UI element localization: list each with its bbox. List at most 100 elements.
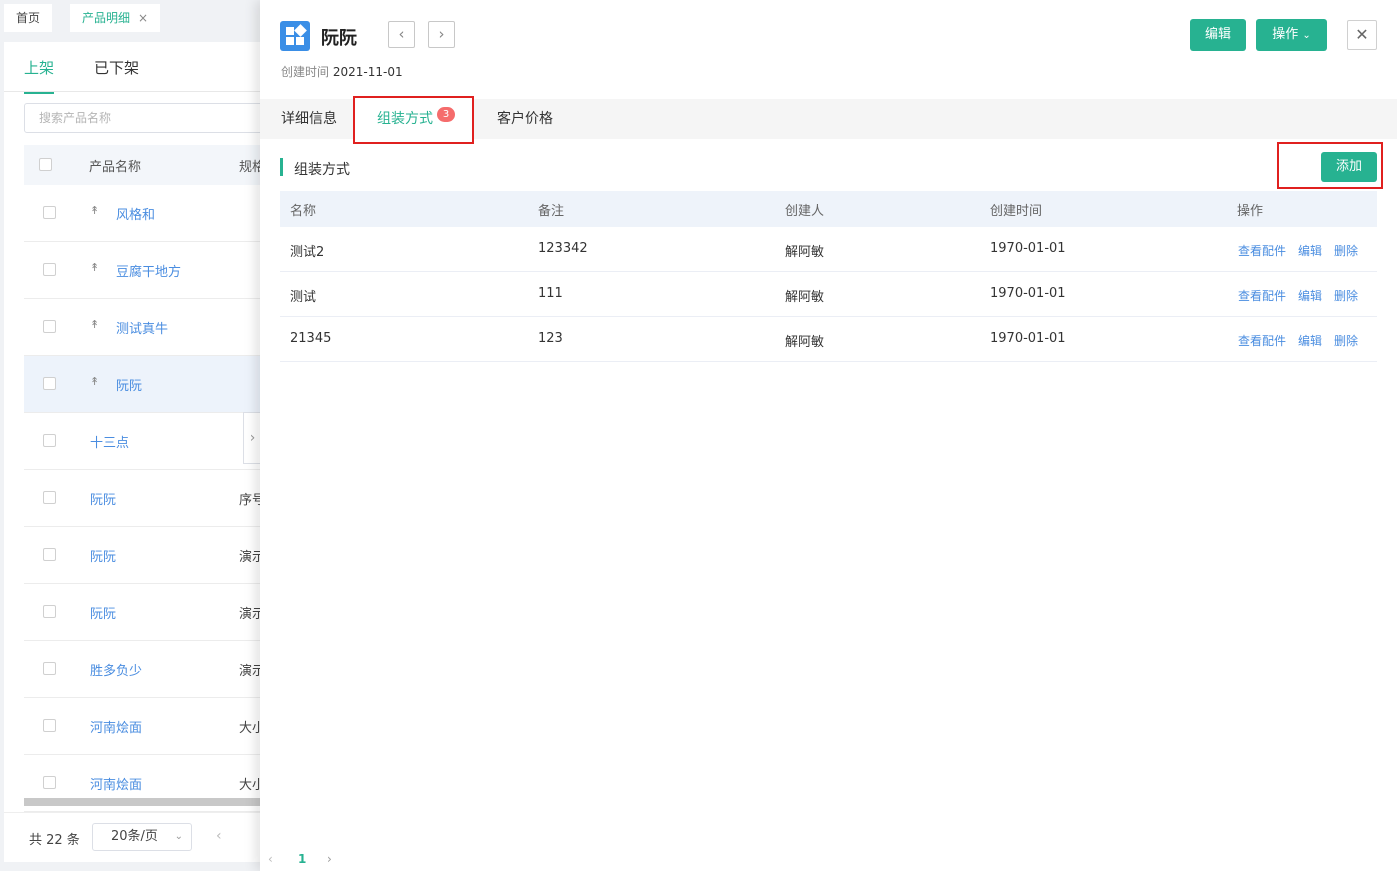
cell-remark: 111 — [538, 286, 563, 301]
prev-page-icon[interactable]: ‹ — [268, 852, 273, 866]
created-label: 创建时间 — [281, 65, 330, 79]
next-page-icon[interactable]: › — [327, 852, 332, 866]
view-parts-link[interactable]: 查看配件 — [1238, 287, 1286, 304]
product-name-link[interactable]: 河南烩面 — [90, 774, 142, 793]
row-checkbox[interactable] — [43, 662, 56, 675]
cell-name: 测试2 — [290, 245, 325, 260]
operations-label: 操作 — [1272, 27, 1299, 42]
view-parts-link[interactable]: 查看配件 — [1238, 332, 1286, 349]
section-accent-bar — [280, 158, 283, 176]
delete-link[interactable]: 删除 — [1334, 242, 1358, 259]
edit-link[interactable]: 编辑 — [1298, 332, 1322, 349]
tab-off-shelf[interactable]: 已下架 — [94, 57, 139, 78]
product-name-link[interactable]: 阮阮 — [90, 489, 116, 508]
list-item[interactable]: 河南烩面 大小 — [24, 698, 274, 755]
highlight-frame-tab — [353, 96, 474, 144]
product-name-link[interactable]: 阮阮 — [116, 375, 142, 394]
edit-button[interactable]: 编辑 — [1190, 19, 1246, 51]
page-tab-home[interactable]: 首页 — [4, 4, 53, 32]
cell-creator: 解阿敏 — [785, 335, 825, 350]
product-name-link[interactable]: 风格和 — [116, 204, 155, 223]
product-name-link[interactable]: 胜多负少 — [90, 660, 142, 679]
chevron-left-icon: ‹ — [398, 25, 405, 43]
grid-icon — [280, 21, 310, 51]
list-item[interactable]: 阮阮 演示 — [24, 527, 274, 584]
page-size-select[interactable]: 20条/页 ⌄ — [92, 823, 192, 851]
cell-created-time: 1970-01-01 — [990, 286, 1066, 301]
list-item[interactable]: 阮阮 序号 — [24, 470, 274, 527]
list-item[interactable]: 阮阮 演示 — [24, 584, 274, 641]
cell-creator: 解阿敏 — [785, 290, 825, 305]
close-button[interactable]: ✕ — [1347, 20, 1377, 50]
list-item[interactable]: ↟ 风格和 — [24, 185, 274, 242]
detail-drawer: 阮阮 ‹ › 编辑 操作 ⌄ ✕ 创建时间 2021-11-01 详细信息 组装… — [260, 0, 1397, 871]
row-checkbox[interactable] — [43, 491, 56, 504]
edit-link[interactable]: 编辑 — [1298, 287, 1322, 304]
pin-top-icon[interactable]: ↟ — [90, 261, 99, 274]
cell-name: 21345 — [290, 331, 332, 346]
column-header-product-name: 产品名称 — [89, 160, 142, 175]
column-header-name: 名称 — [290, 204, 317, 219]
current-page[interactable]: 1 — [298, 852, 306, 866]
list-item[interactable]: 十三点 — [24, 413, 274, 470]
list-header: 产品名称 规格 — [24, 145, 274, 185]
search-box — [24, 103, 274, 133]
table-row: 21345 123 解阿敏 1970-01-01 查看配件 编辑 删除 — [280, 317, 1377, 362]
column-header-created-time: 创建时间 — [990, 204, 1043, 219]
pin-top-icon[interactable]: ↟ — [90, 318, 99, 331]
total-count: 共 22 条 — [29, 833, 80, 848]
row-checkbox[interactable] — [43, 263, 56, 276]
row-checkbox[interactable] — [43, 320, 56, 333]
product-name-link[interactable]: 豆腐干地方 — [116, 261, 181, 280]
row-checkbox[interactable] — [43, 377, 56, 390]
cell-remark: 123342 — [538, 241, 588, 256]
chevron-down-icon: ⌄ — [174, 831, 183, 842]
row-checkbox[interactable] — [43, 719, 56, 732]
cell-name: 测试 — [290, 290, 317, 305]
product-name-link[interactable]: 十三点 — [90, 432, 129, 451]
delete-link[interactable]: 删除 — [1334, 287, 1358, 304]
select-all-checkbox[interactable] — [39, 158, 52, 171]
list-item[interactable]: ↟ 豆腐干地方 — [24, 242, 274, 299]
highlight-frame-add — [1277, 142, 1383, 189]
tab-customer-price[interactable]: 客户价格 — [497, 99, 553, 139]
table-row: 测试 111 解阿敏 1970-01-01 查看配件 编辑 删除 — [280, 272, 1377, 317]
row-checkbox[interactable] — [43, 776, 56, 789]
row-checkbox[interactable] — [43, 206, 56, 219]
cell-remark: 123 — [538, 331, 563, 346]
prev-page-icon[interactable]: ‹ — [216, 828, 222, 844]
product-name-link[interactable]: 河南烩面 — [90, 717, 142, 736]
section-title: 组装方式 — [294, 162, 350, 178]
horizontal-scrollbar[interactable] — [24, 798, 274, 806]
page-tab-product-detail[interactable]: 产品明细 × — [70, 4, 161, 32]
row-checkbox[interactable] — [43, 548, 56, 561]
tab-details[interactable]: 详细信息 — [281, 99, 337, 139]
prev-record-button[interactable]: ‹ — [388, 21, 415, 48]
cell-created-time: 1970-01-01 — [990, 241, 1066, 256]
product-name-link[interactable]: 测试真牛 — [116, 318, 168, 337]
edit-link[interactable]: 编辑 — [1298, 242, 1322, 259]
pin-top-icon[interactable]: ↟ — [90, 204, 99, 217]
product-name-link[interactable]: 阮阮 — [90, 603, 116, 622]
created-value: 2021-11-01 — [332, 65, 403, 79]
operations-button[interactable]: 操作 ⌄ — [1256, 19, 1327, 51]
list-pagination: 共 22 条 20条/页 ⌄ ‹ — [4, 812, 274, 862]
collapse-handle-icon[interactable]: › — [243, 412, 261, 464]
list-item[interactable]: ↟ 测试真牛 — [24, 299, 274, 356]
close-icon[interactable]: × — [138, 11, 148, 25]
row-checkbox[interactable] — [43, 605, 56, 618]
cell-created-time: 1970-01-01 — [990, 331, 1066, 346]
close-icon: ✕ — [1355, 25, 1369, 44]
list-item[interactable]: ↟ 阮阮 — [24, 356, 274, 413]
tab-on-shelf[interactable]: 上架 — [24, 57, 55, 94]
next-record-button[interactable]: › — [428, 21, 455, 48]
list-item[interactable]: 胜多负少 演示 — [24, 641, 274, 698]
search-input[interactable] — [25, 104, 273, 132]
column-header-actions: 操作 — [1237, 204, 1264, 219]
product-name-link[interactable]: 阮阮 — [90, 546, 116, 565]
row-checkbox[interactable] — [43, 434, 56, 447]
view-parts-link[interactable]: 查看配件 — [1238, 242, 1286, 259]
pin-top-icon[interactable]: ↟ — [90, 375, 99, 388]
delete-link[interactable]: 删除 — [1334, 332, 1358, 349]
page-tab-label: 首页 — [16, 11, 41, 25]
